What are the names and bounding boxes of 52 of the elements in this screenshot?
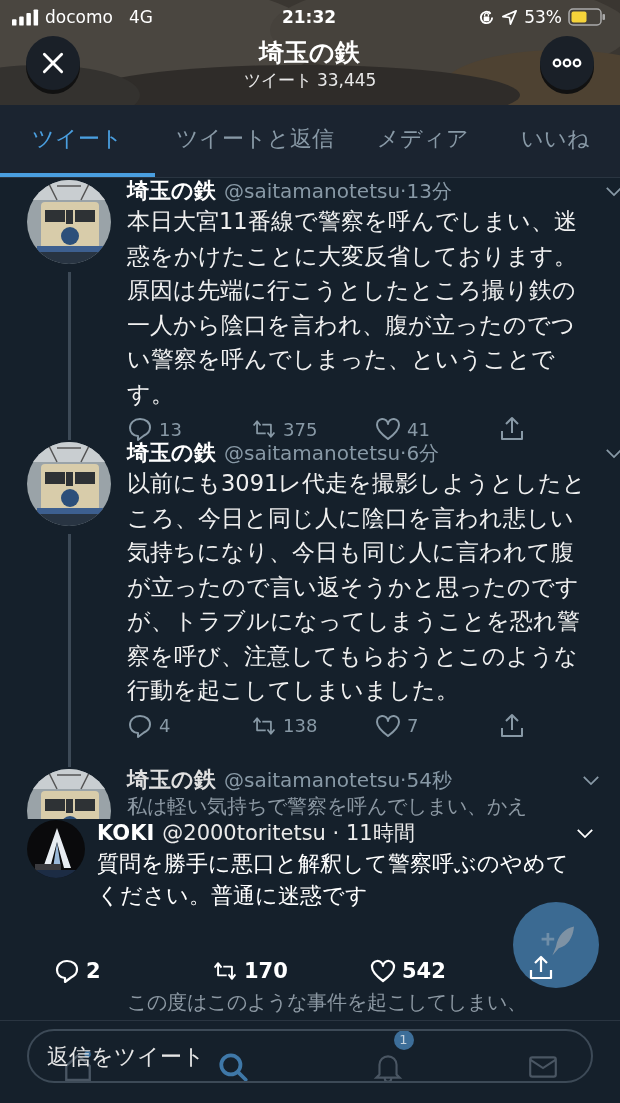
profile-title: 埼玉の鉄 (259, 36, 361, 69)
handle-time: @saitamanotetsu·54秒 (224, 766, 453, 794)
tweet-count: ツイート 33,445 (243, 68, 377, 92)
action-count: 138 (283, 715, 318, 736)
battery-percent: 53% (524, 7, 562, 27)
location-icon (501, 8, 519, 26)
action-count: 41 (407, 418, 430, 440)
author-name: 埼玉の鉄 (127, 766, 216, 794)
more-icon (552, 57, 582, 68)
profile-tab[interactable]: ツイートと返信 (155, 105, 355, 177)
tweet-text: 私は軽い気持ちで警察を呼んでしまい、かえ (127, 793, 528, 819)
handle-time: @saitamanotetsu·13分 (224, 177, 453, 205)
heart-icon[interactable] (375, 712, 401, 739)
profile-tab[interactable]: いいね (490, 105, 620, 177)
heart-icon[interactable] (370, 958, 396, 984)
share-icon[interactable] (499, 416, 525, 442)
action-count: 13 (159, 418, 182, 440)
share-icon[interactable] (528, 955, 554, 981)
action-count: 170 (244, 959, 288, 983)
search-icon[interactable] (216, 1050, 249, 1083)
author-name: 埼玉の鉄 (127, 177, 216, 205)
reply-icon[interactable] (54, 958, 80, 984)
tweet-text: 本日大宮11番線で警察を呼んでしまい、迷惑をかけたことに大変反省しております。 (127, 207, 578, 271)
clock-time: 21:32 (281, 7, 337, 27)
profile-tab[interactable]: メディア (355, 105, 490, 177)
caret-icon[interactable] (605, 447, 620, 459)
caret-icon[interactable] (605, 185, 620, 197)
tweet-text: この度はこのような事件を起こしてしまい、 (127, 989, 528, 1015)
battery-icon (568, 8, 606, 26)
author-name: 埼玉の鉄 (127, 439, 216, 467)
tweet-text: 以前にも3091レ代走を撮影しようとしたところ、今日と同じ人に陰口を言われ悲しい気持ちになり、今日も同じ人に言われて腹が立ったので言い返そうかと思ったのですが、トラブルになってしまうことを恐れ警察を呼び、注意してもらおうとこのような行動を起こしてしまいました。 (127, 469, 588, 705)
action-count: 4 (159, 715, 171, 736)
carrier-name: docomo (45, 7, 113, 27)
action-count: 7 (407, 715, 419, 736)
caret-icon[interactable] (582, 774, 600, 786)
reply-icon[interactable] (127, 712, 153, 739)
handle-time: @saitamanotetsu·6分 (224, 439, 441, 467)
network-type: 4G (128, 7, 153, 27)
profile-tab[interactable]: ツイート (0, 105, 155, 177)
signal-icon (12, 8, 39, 26)
heart-icon[interactable] (375, 416, 401, 442)
notification-badge: 1 (393, 1029, 414, 1050)
reply-icon[interactable] (127, 416, 153, 442)
share-icon[interactable] (499, 712, 525, 739)
rotation-lock-icon (478, 8, 496, 26)
action-count: 542 (402, 959, 446, 983)
author-name: KOKI (97, 821, 155, 845)
tweet-text: 質問を勝手に悪口と解釈して警察呼ぶのやめてください。普通に迷惑です (97, 850, 570, 910)
action-count: 2 (86, 959, 101, 983)
action-count: 375 (283, 418, 318, 440)
handle-time: @2000toritetsu · 11時間 (162, 820, 416, 847)
tweet-text: 原因は先端に行こうとしたところ撮り鉄の一人から陰口を言われ、腹が立ったのでつい警察を呼んでしまった、ということです。 (127, 276, 577, 409)
